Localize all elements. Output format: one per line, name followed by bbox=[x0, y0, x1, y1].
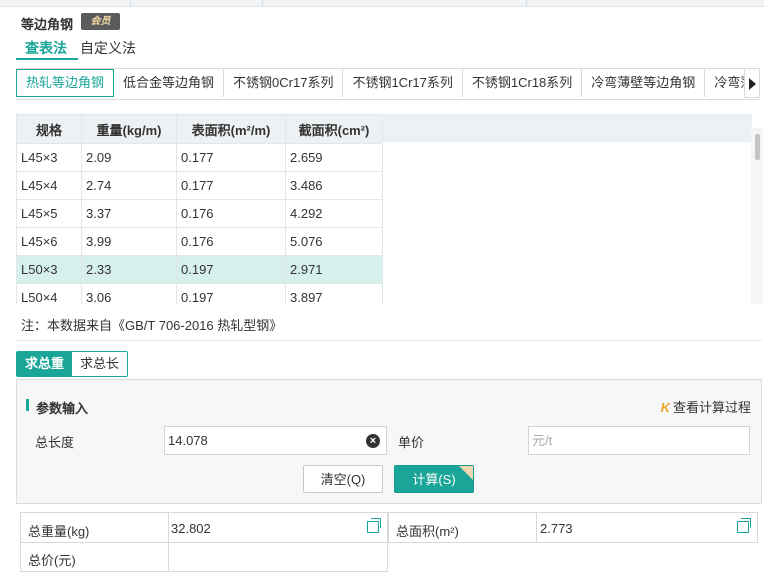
cell-section: 3.486 bbox=[285, 171, 383, 200]
params-panel: 参数输入 K 查看计算过程 总长度 14.078 × 单价 元/t 清空(Q) 计… bbox=[16, 379, 762, 504]
cell-spec: L45×5 bbox=[16, 199, 82, 228]
material-tab-0cr17[interactable]: 不锈钢0Cr17系列 bbox=[224, 69, 344, 97]
table-row[interactable]: L45×3 2.09 0.177 2.659 bbox=[16, 143, 383, 172]
table-scrollbar[interactable] bbox=[751, 128, 763, 304]
mode-switch: 求总重 求总长 bbox=[16, 351, 129, 377]
total-area-label: 总面积(m²) bbox=[396, 524, 459, 539]
col-surface[interactable]: 表面积(m²/m) bbox=[176, 114, 286, 144]
cell-spec: L45×6 bbox=[16, 227, 82, 256]
cell-surface: 0.176 bbox=[176, 227, 286, 256]
cell-surface: 0.176 bbox=[176, 199, 286, 228]
mode-total-length[interactable]: 求总长 bbox=[72, 352, 128, 376]
copy-area-icon[interactable] bbox=[737, 518, 751, 533]
table-row[interactable]: L50×4 3.06 0.197 3.897 bbox=[16, 283, 383, 304]
cell-weight: 3.37 bbox=[81, 199, 177, 228]
total-weight-label: 总重量(kg) bbox=[28, 524, 90, 539]
cell-surface: 0.197 bbox=[176, 255, 286, 284]
results-right: 总面积(m²) 2.773 bbox=[388, 512, 758, 543]
material-tab-1cr17[interactable]: 不锈钢1Cr17系列 bbox=[343, 69, 463, 97]
cell-section: 2.971 bbox=[285, 255, 383, 284]
params-title: 参数输入 bbox=[36, 401, 89, 416]
col-spec[interactable]: 规格 bbox=[16, 114, 82, 144]
table-row[interactable]: L45×4 2.74 0.177 3.486 bbox=[16, 171, 383, 200]
cell-section: 4.292 bbox=[285, 199, 383, 228]
data-source-note: 注：本数据来自《GB/T 706-2016 热轧型钢》 bbox=[21, 318, 283, 333]
clear-button[interactable]: 清空(Q) bbox=[303, 465, 383, 493]
total-area-value: 2.773 bbox=[540, 521, 573, 536]
material-tab-1cr18[interactable]: 不锈钢1Cr18系列 bbox=[462, 69, 583, 97]
mode-total-weight[interactable]: 求总重 bbox=[17, 352, 73, 376]
table-row[interactable]: L45×5 3.37 0.176 4.292 bbox=[16, 199, 383, 228]
tabs-scroll-right-icon[interactable] bbox=[744, 68, 760, 98]
cell-spec: L50×4 bbox=[16, 283, 82, 304]
cell-surface: 0.177 bbox=[176, 171, 286, 200]
vip-badge: 会员 bbox=[81, 13, 120, 30]
cell-surface: 0.177 bbox=[176, 143, 286, 172]
material-tab-cold-bent[interactable]: 冷弯薄壁等边角钢 bbox=[582, 69, 706, 97]
vip-k-icon: K bbox=[660, 400, 670, 415]
spec-table: 规格 重量(kg/m) 表面积(m²/m) 截面积(cm²) L45×3 2.0… bbox=[16, 114, 383, 304]
copy-weight-icon[interactable] bbox=[367, 518, 381, 533]
tab-lookup[interactable]: 查表法 bbox=[25, 38, 67, 58]
cell-spec: L45×3 bbox=[16, 143, 82, 172]
divider bbox=[16, 340, 762, 341]
tab-underline bbox=[16, 58, 78, 60]
col-weight[interactable]: 重量(kg/m) bbox=[81, 114, 177, 144]
clear-input-icon[interactable]: × bbox=[366, 434, 380, 448]
results-left: 总重量(kg) 32.802 总价(元) bbox=[20, 512, 388, 572]
view-calc-process-link[interactable]: K 查看计算过程 bbox=[661, 397, 751, 416]
cell-section: 2.659 bbox=[285, 143, 383, 172]
price-label: 单价 bbox=[398, 435, 425, 450]
material-tab-low-alloy[interactable]: 低合金等边角钢 bbox=[114, 69, 225, 97]
page-title: 等边角钢 bbox=[21, 17, 74, 32]
length-input[interactable]: 14.078 × bbox=[164, 426, 387, 455]
section-marker bbox=[26, 399, 29, 411]
top-strip bbox=[0, 0, 764, 7]
cell-section: 3.897 bbox=[285, 283, 383, 304]
cell-weight: 2.09 bbox=[81, 143, 177, 172]
length-label: 总长度 bbox=[35, 435, 75, 450]
price-input[interactable]: 元/t bbox=[528, 426, 750, 455]
cell-spec: L50×3 bbox=[16, 255, 82, 284]
material-tabs: 热轧等边角钢 低合金等边角钢 不锈钢0Cr17系列 不锈钢1Cr17系列 不锈钢… bbox=[16, 68, 760, 100]
cell-weight: 2.74 bbox=[81, 171, 177, 200]
col-section[interactable]: 截面积(cm²) bbox=[285, 114, 383, 144]
total-price-label: 总价(元) bbox=[28, 553, 76, 568]
cell-spec: L45×4 bbox=[16, 171, 82, 200]
table-row[interactable]: L45×6 3.99 0.176 5.076 bbox=[16, 227, 383, 256]
cell-section: 5.076 bbox=[285, 227, 383, 256]
material-tab-hot-rolled[interactable]: 热轧等边角钢 bbox=[16, 69, 115, 97]
cell-surface: 0.197 bbox=[176, 283, 286, 304]
total-weight-value: 32.802 bbox=[171, 521, 211, 536]
cell-weight: 3.06 bbox=[81, 283, 177, 304]
vip-corner-icon bbox=[459, 466, 473, 480]
table-row-selected[interactable]: L50×3 2.33 0.197 2.971 bbox=[16, 255, 383, 284]
calculate-button[interactable]: 计算(S) bbox=[394, 465, 474, 493]
scrollbar-thumb[interactable] bbox=[755, 134, 760, 160]
tab-custom[interactable]: 自定义法 bbox=[80, 38, 136, 58]
cell-weight: 2.33 bbox=[81, 255, 177, 284]
cell-weight: 3.99 bbox=[81, 227, 177, 256]
spec-table-container: 规格 重量(kg/m) 表面积(m²/m) 截面积(cm²) L45×3 2.0… bbox=[16, 114, 763, 304]
